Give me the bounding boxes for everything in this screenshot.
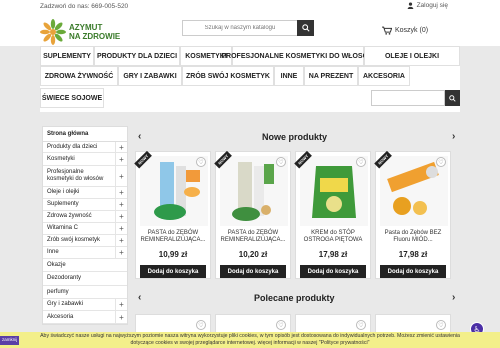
search-input[interactable] (182, 20, 297, 36)
secondary-search-button[interactable] (445, 90, 460, 106)
nav-item-zrob-swoj-kosmetyk[interactable]: ZRÓB SWÓJ KOSMETYK (182, 66, 274, 86)
login-label: Zaloguj się (416, 2, 448, 9)
wishlist-heart-icon[interactable]: ♡ (356, 157, 366, 167)
nav-item-zdrowa-zywnosc[interactable]: ZDROWA ŻYWNOŚĆ (40, 66, 118, 86)
sidebar-item-kosmetyki[interactable]: Kosmetyki + (43, 153, 127, 166)
product-name[interactable]: PASTA do ZĘBÓW REMINERALIZUJĄCA... (138, 230, 208, 244)
expand-icon[interactable]: + (115, 299, 127, 310)
nav-item-inne[interactable]: INNE (274, 66, 304, 86)
expand-icon[interactable]: + (115, 235, 127, 246)
expand-icon[interactable]: + (115, 311, 127, 323)
product-price: 17,98 zł (398, 250, 428, 259)
cart-icon (382, 26, 392, 35)
search-bar (182, 20, 314, 36)
product-image[interactable] (300, 156, 368, 226)
topbar: Zadzwoń do nas: 669-005-520 Zaloguj się (0, 0, 500, 12)
product-name[interactable]: Pasta do Zębów BEZ Fluoru MIÓD... (378, 230, 448, 244)
logo-line2: NA ZDROWIE (69, 32, 121, 41)
secondary-search (371, 90, 460, 106)
search-icon (449, 94, 456, 102)
expand-icon[interactable]: + (115, 142, 127, 152)
nav-item-swiece-sojowe[interactable]: ŚWIECE SOJOWE (40, 88, 104, 108)
wishlist-heart-icon[interactable]: ♡ (196, 320, 206, 330)
add-to-cart-button[interactable]: Dodaj do koszyka (140, 265, 206, 278)
phone-text: Zadzwoń do nas: 669-005-520 (40, 3, 129, 10)
expand-icon[interactable]: + (115, 166, 127, 186)
category-sidebar: Strona główna Produkty dla dzieci + Kosme… (42, 126, 128, 325)
product-card[interactable]: NOWY ♡ PASTA do ZĘBÓW REMINERALIZUJĄCA..… (134, 150, 211, 279)
carousel-next-arrow[interactable]: › (452, 292, 455, 303)
site-logo[interactable]: AZYMUT NA ZDROWIE (40, 19, 120, 45)
sidebar-item-dezodoranty[interactable]: Dezodoranty (43, 272, 127, 286)
add-to-cart-button[interactable]: Dodaj do koszyka (220, 265, 286, 278)
secondary-search-input[interactable] (371, 90, 445, 106)
product-name[interactable]: KREM do STÓP OSTROGA PIĘTOWA (298, 230, 368, 244)
product-price: 17,98 zł (318, 250, 348, 259)
nav-item-profesjonalne-kosmetyki[interactable]: PROFESJONALNE KOSMETYKI DO WŁOSÓW (221, 46, 375, 66)
recommended-title: Polecane produkty (254, 293, 335, 303)
nav-item-suplementy[interactable]: SUPLEMENTY (40, 46, 94, 66)
sidebar-item-oleje[interactable]: Oleje i olejki + (43, 187, 127, 199)
cookie-text-line2: dotyczące cookies w swojej przeglądarce … (130, 339, 370, 346)
nav-item-akcesoria[interactable]: AKCESORIA (358, 66, 410, 86)
sidebar-item-gry-zabawki[interactable]: Gry i zabawki + (43, 299, 127, 311)
nav-item-gry-zabawki[interactable]: GRY I ZABAWKI (118, 66, 182, 86)
expand-icon[interactable]: + (115, 199, 127, 210)
product-card[interactable]: NOWY ♡ Pasta do Zębów BEZ Fluoru MIÓD...… (374, 150, 451, 279)
cookie-text-line1: Aby świadczyć nasze usługi na najwyższym… (40, 333, 460, 339)
expand-icon[interactable]: + (115, 223, 127, 234)
cart-link[interactable]: Koszyk (0) (382, 26, 428, 35)
product-name[interactable]: PASTA do ZĘBÓW REMINERALIZUJĄCA... (218, 230, 288, 244)
login-link[interactable]: Zaloguj się (407, 2, 448, 9)
sidebar-item-okazje[interactable]: Okazje (43, 259, 127, 272)
expand-icon[interactable]: + (115, 153, 127, 165)
content-area: Strona główna Produkty dla dzieci + Kosme… (0, 118, 500, 348)
wishlist-heart-icon[interactable]: ♡ (436, 320, 446, 330)
wishlist-heart-icon[interactable]: ♡ (276, 157, 286, 167)
expand-icon[interactable]: + (115, 187, 127, 198)
product-card[interactable]: NOWY ♡ PASTA do ZĘBÓW REMINERALIZUJĄCA..… (214, 150, 291, 279)
sidebar-home[interactable]: Strona główna (43, 127, 127, 142)
sidebar-item-akcesoria[interactable]: Akcesoria + (43, 311, 127, 324)
add-to-cart-button[interactable]: Dodaj do koszyka (300, 265, 366, 278)
product-image[interactable] (140, 156, 208, 226)
sidebar-item-suplementy[interactable]: Suplementy + (43, 199, 127, 211)
carousel-next-arrow[interactable]: › (452, 131, 455, 142)
logo-icon (40, 19, 66, 45)
sidebar-item-profesjonalne[interactable]: Profesjonalne kosmetyki do włosów + (43, 166, 127, 187)
add-to-cart-button[interactable]: Dodaj do koszyka (380, 265, 446, 278)
user-icon (407, 2, 413, 9)
sidebar-item-witamina-c[interactable]: Witamina C + (43, 223, 127, 235)
wishlist-heart-icon[interactable]: ♡ (196, 157, 206, 167)
nav-item-na-prezent[interactable]: NA PREZENT (304, 66, 358, 86)
wishlist-heart-icon[interactable]: ♡ (356, 320, 366, 330)
sidebar-item-inne[interactable]: Inne + (43, 247, 127, 259)
product-image[interactable] (380, 156, 448, 226)
product-image[interactable] (220, 156, 288, 226)
main-nav: SUPLEMENTY PRODUKTY DLA DZIECI KOSMETYKI… (40, 46, 460, 112)
product-price: 10,20 zł (238, 250, 268, 259)
expand-icon[interactable]: + (115, 247, 127, 258)
header: AZYMUT NA ZDROWIE Koszyk (0) (0, 12, 500, 46)
carousel-prev-arrow[interactable]: ‹ (138, 292, 141, 303)
search-icon (301, 24, 310, 32)
wishlist-heart-icon[interactable]: ♡ (276, 320, 286, 330)
sidebar-item-perfumy[interactable]: perfumy (43, 286, 127, 299)
product-price: 10,99 zł (158, 250, 188, 259)
cookie-close-button[interactable]: zamknij (0, 336, 20, 345)
sidebar-item-zdrowa-zywnosc[interactable]: Zdrowa żywność + (43, 211, 127, 223)
product-card[interactable]: NOWY ♡ KREM do STÓP OSTROGA PIĘTOWA 17,9… (294, 150, 371, 279)
sidebar-item-zrob-swoj-kosmetyk[interactable]: Zrób swój kosmetyk + (43, 235, 127, 247)
search-button[interactable] (297, 20, 314, 36)
nav-item-produkty-dla-dzieci[interactable]: PRODUKTY DLA DZIECI (94, 46, 180, 66)
wishlist-heart-icon[interactable]: ♡ (436, 157, 446, 167)
cookie-banner: zamknij Aby świadczyć nasze usługi na na… (0, 332, 500, 348)
new-products-title: Nowe produkty (262, 132, 328, 142)
logo-line1: AZYMUT (69, 23, 103, 32)
carousel-prev-arrow[interactable]: ‹ (138, 131, 141, 142)
nav-item-oleje[interactable]: OLEJE I OLEJKI (364, 46, 460, 66)
sidebar-item-produkty-dla-dzieci[interactable]: Produkty dla dzieci + (43, 142, 127, 153)
expand-icon[interactable]: + (115, 211, 127, 222)
cart-label: Koszyk (0) (395, 27, 429, 34)
